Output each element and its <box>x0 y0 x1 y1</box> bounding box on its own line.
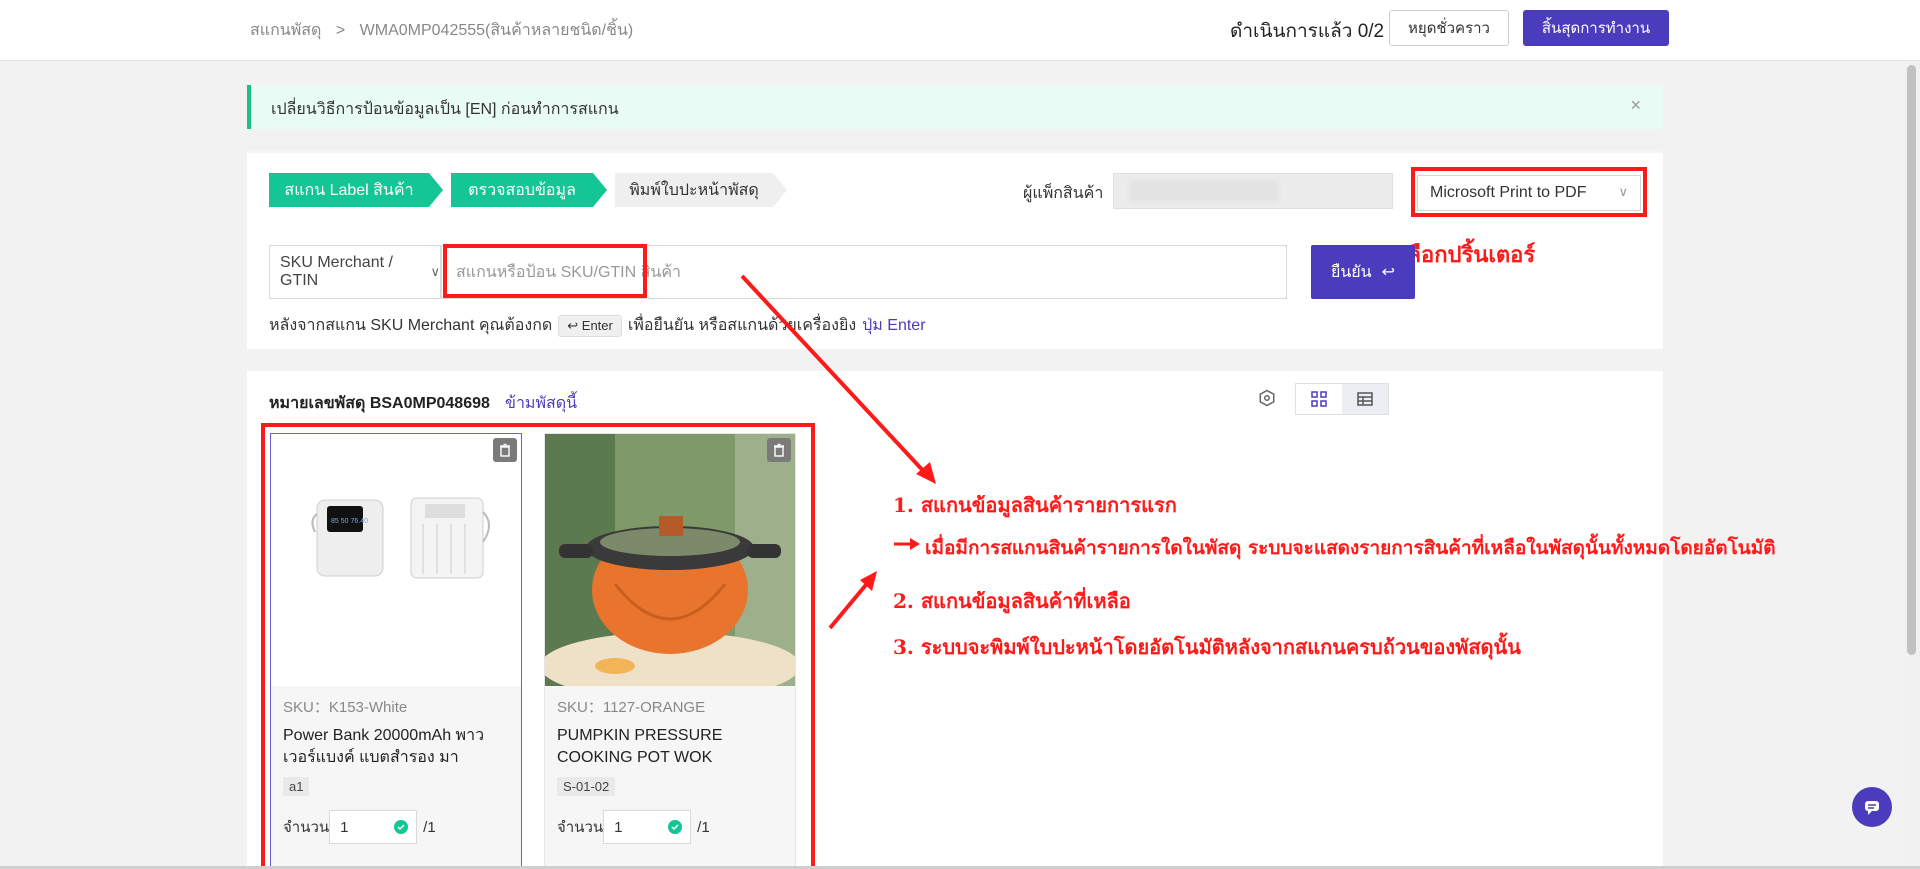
chat-support-button[interactable] <box>1852 787 1892 827</box>
scrollbar-thumb[interactable] <box>1907 65 1916 655</box>
annotation-step3: 3. ระบบจะพิมพ์ใบปะหน้าโดยอัตโนมัติหลังจา… <box>893 635 1521 659</box>
annotation-step1: 1. สแกนข้อมูลสินค้ารายการแรก <box>893 493 1177 517</box>
chat-icon <box>1865 801 1879 815</box>
page-scrollbar[interactable] <box>1903 61 1920 869</box>
annotation-arrows <box>740 274 936 630</box>
annotation-step2: 2. สแกนข้อมูลสินค้าที่เหลือ <box>893 589 1131 613</box>
arrow-head-icon <box>910 538 920 550</box>
annotation-step1-detail: เมื่อมีการสแกนสินค้ารายการใดในพัสดุ ระบบ… <box>925 537 1776 559</box>
arrow-to-step1 <box>740 274 930 478</box>
arrow-to-cards <box>828 578 872 630</box>
